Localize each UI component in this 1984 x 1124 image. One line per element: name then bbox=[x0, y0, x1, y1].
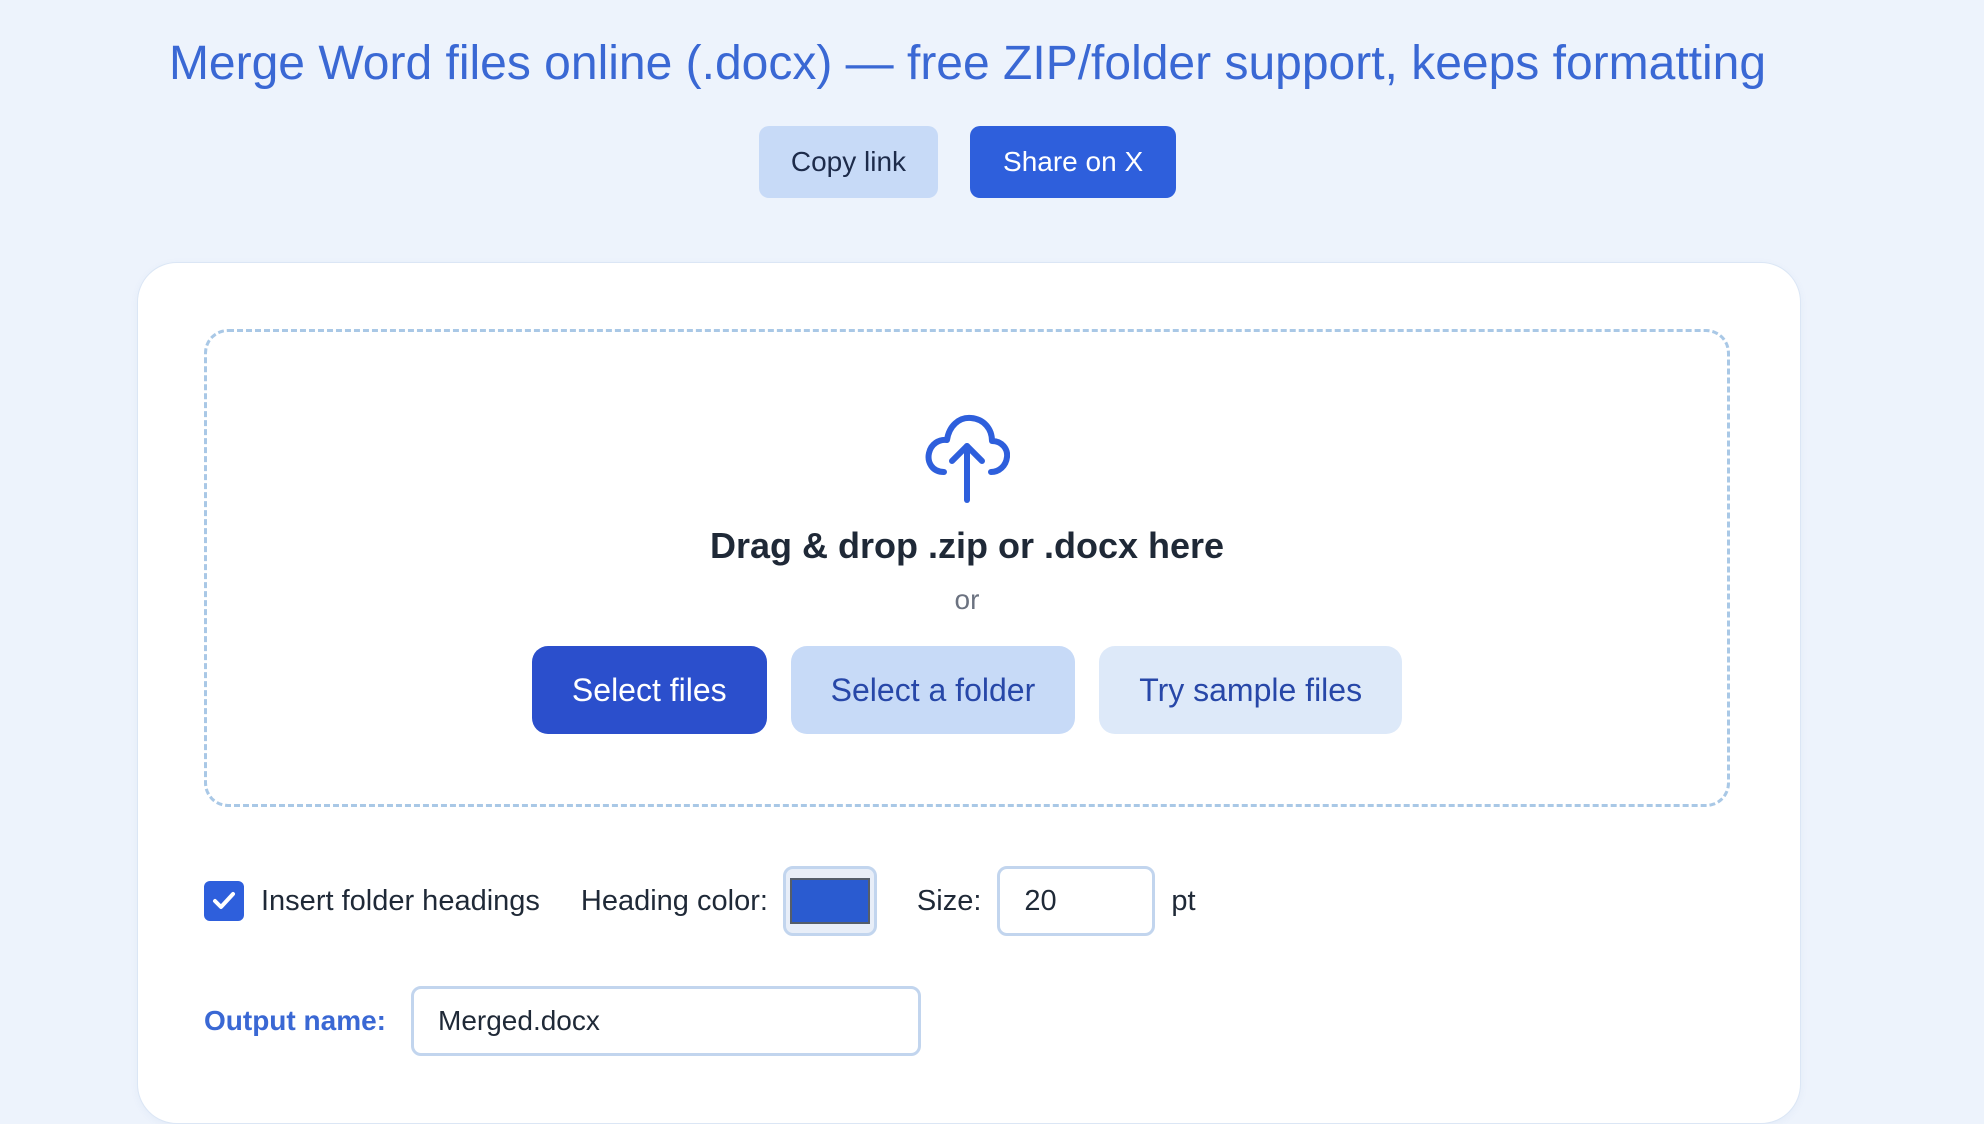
share-actions: Copy link Share on X bbox=[0, 126, 1935, 198]
dropzone-or-text: or bbox=[954, 584, 980, 615]
size-label: Size: bbox=[916, 884, 982, 917]
size-unit-label: pt bbox=[1171, 884, 1196, 917]
file-dropzone[interactable]: Drag & drop .zip or .docx here or Select… bbox=[204, 329, 1730, 807]
merge-card: Drag & drop .zip or .docx here or Select… bbox=[137, 262, 1801, 1124]
heading-color-swatch bbox=[789, 878, 870, 924]
output-name-input[interactable] bbox=[411, 986, 921, 1056]
output-name-label: Output name: bbox=[204, 1005, 386, 1036]
page-title: Merge Word files online (.docx) — free Z… bbox=[168, 37, 1767, 90]
dropzone-actions: Select files Select a folder Try sample … bbox=[207, 646, 1727, 734]
heading-color-picker[interactable] bbox=[782, 866, 877, 936]
heading-options: Insert folder headings Heading color: Si… bbox=[204, 865, 1196, 937]
insert-headings-label[interactable]: Insert folder headings bbox=[261, 885, 540, 918]
checkmark-icon bbox=[213, 892, 235, 909]
insert-headings-checkbox[interactable] bbox=[204, 881, 244, 921]
select-files-button[interactable]: Select files bbox=[531, 646, 767, 734]
copy-link-button[interactable]: Copy link bbox=[758, 126, 939, 198]
heading-size-input[interactable] bbox=[997, 866, 1156, 936]
output-options: Output name: bbox=[204, 985, 921, 1057]
share-on-x-button[interactable]: Share on X bbox=[970, 126, 1177, 198]
heading-color-label: Heading color: bbox=[580, 884, 768, 917]
try-sample-files-button[interactable]: Try sample files bbox=[1099, 646, 1403, 734]
dropzone-title: Drag & drop .zip or .docx here bbox=[709, 525, 1225, 566]
select-folder-button[interactable]: Select a folder bbox=[790, 646, 1076, 734]
cloud-upload-icon bbox=[925, 414, 1010, 503]
